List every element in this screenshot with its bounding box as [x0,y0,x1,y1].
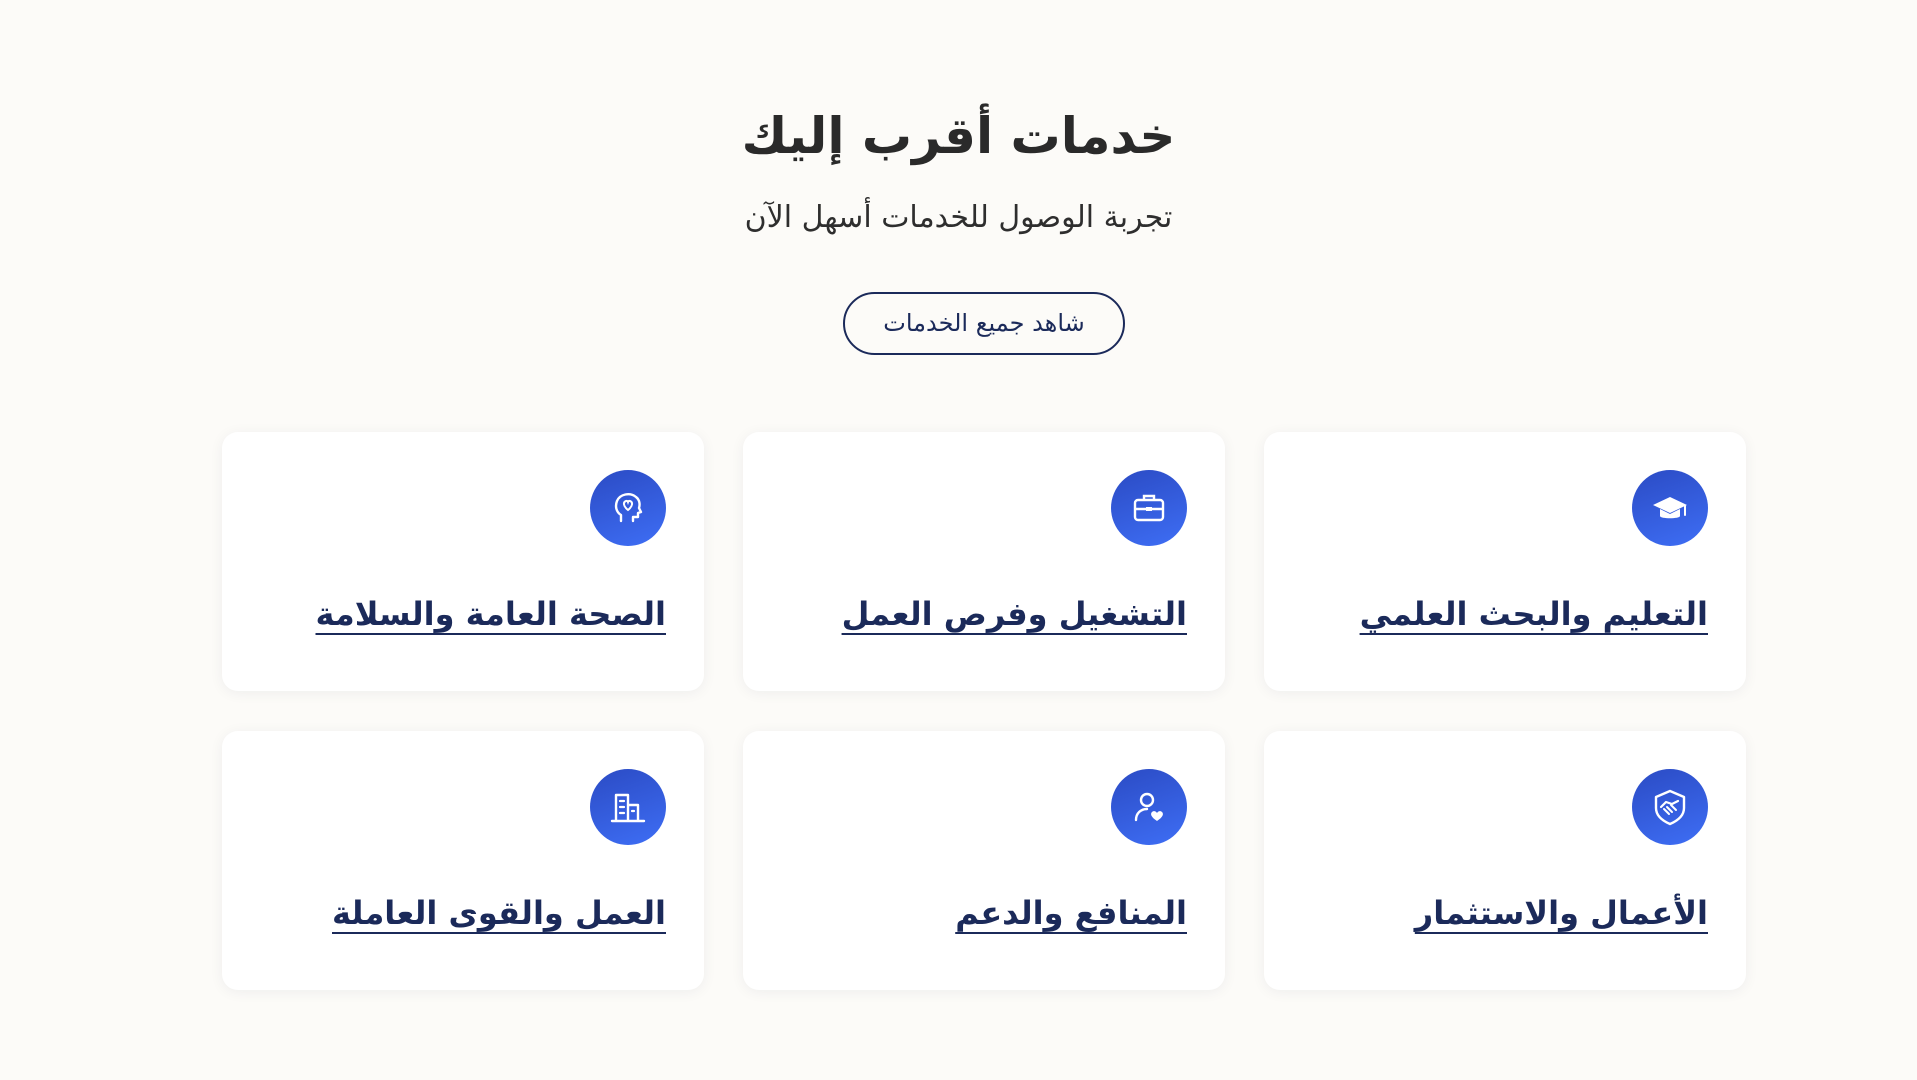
service-card-labor[interactable]: العمل والقوى العاملة [222,731,704,990]
page-subtitle: تجربة الوصول للخدمات أسهل الآن [744,200,1173,235]
head-heart-icon [590,470,666,546]
person-heart-icon [1111,769,1187,845]
handshake-icon [1632,769,1708,845]
services-section: خدمات أقرب إليك تجربة الوصول للخدمات أسه… [0,0,1917,1080]
service-card-title: العمل والقوى العاملة [332,894,666,932]
service-card-title: التشغيل وفرص العمل [841,595,1187,633]
service-card-education[interactable]: التعليم والبحث العلمي [1264,432,1746,691]
service-card-business[interactable]: الأعمال والاستثمار [1264,731,1746,990]
service-card-title: التعليم والبحث العلمي [1359,595,1708,633]
service-card-health[interactable]: الصحة العامة والسلامة [222,432,704,691]
service-card-title: الصحة العامة والسلامة [315,595,667,633]
service-card-employment[interactable]: التشغيل وفرص العمل [743,432,1225,691]
service-card-title: الأعمال والاستثمار [1414,894,1708,932]
service-card-benefits[interactable]: المنافع والدعم [743,731,1225,990]
briefcase-icon [1111,470,1187,546]
building-icon [590,769,666,845]
view-all-services-button[interactable]: شاهد جميع الخدمات [843,292,1125,355]
page-title: خدمات أقرب إليك [741,107,1176,165]
graduation-cap-icon [1632,470,1708,546]
service-card-title: المنافع والدعم [955,894,1187,932]
